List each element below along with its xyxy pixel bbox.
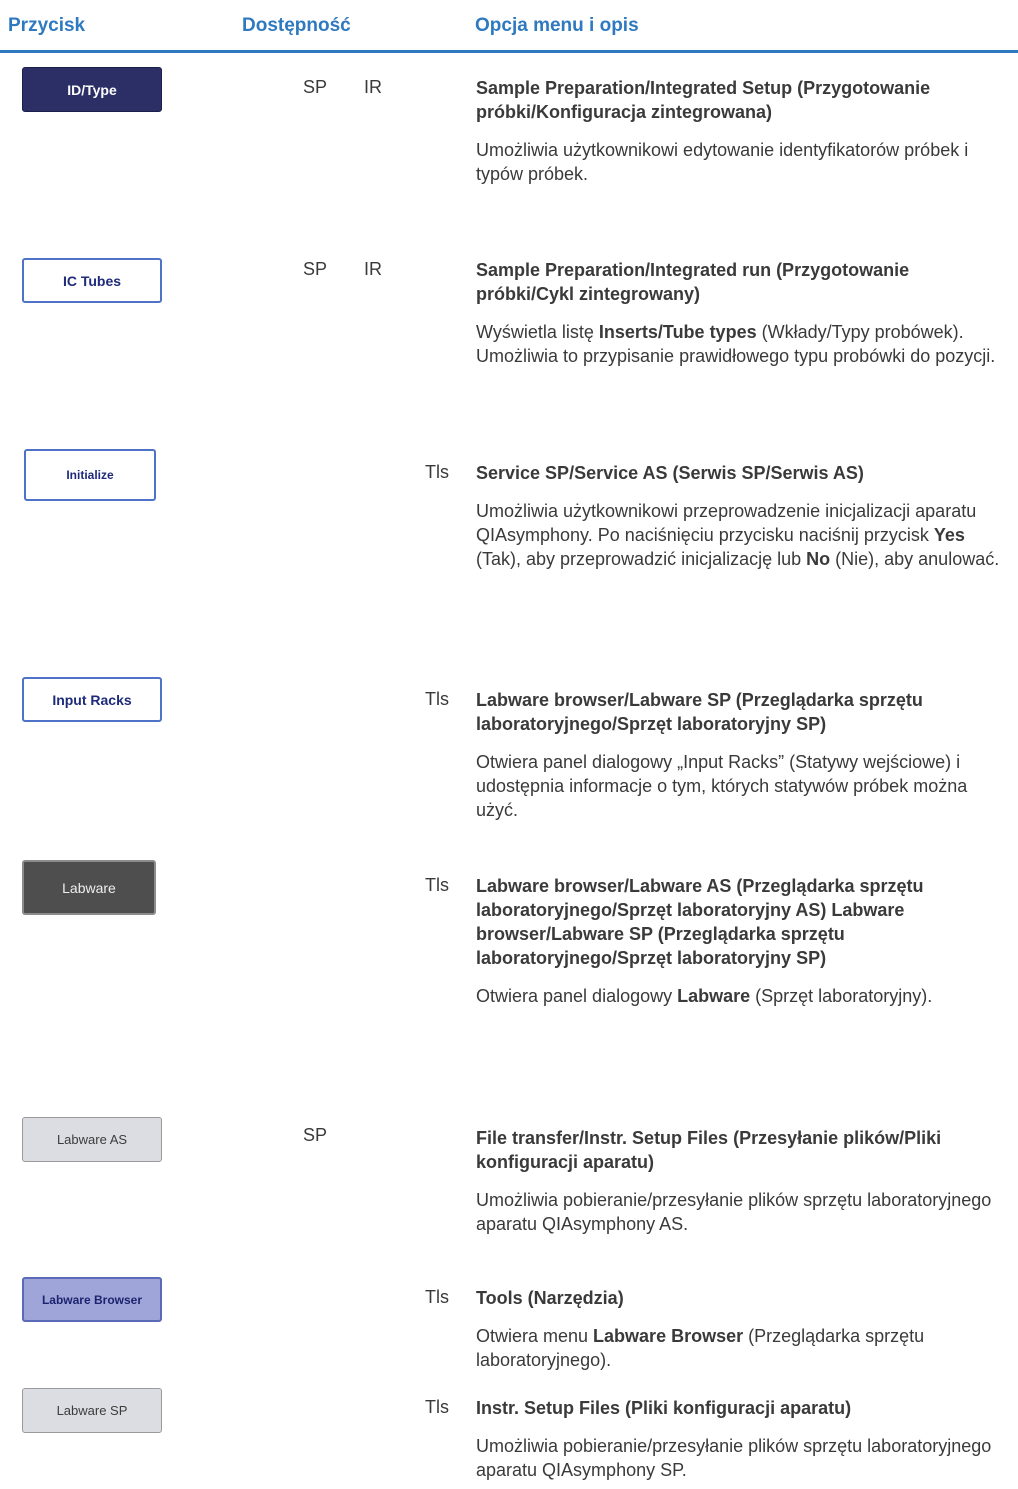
row-description: Labware browser/Labware SP (Przeglądarka…	[476, 688, 1001, 822]
ic-tubes-button[interactable]: IC Tubes	[22, 258, 162, 303]
row-description: Instr. Setup Files (Pliki konfiguracji a…	[476, 1396, 1001, 1482]
availability-ir: IR	[364, 77, 382, 97]
labware-as-button[interactable]: Labware AS	[22, 1117, 162, 1162]
menu-option-title: Tools (Narzędzia)	[476, 1288, 624, 1308]
menu-option-description: Wyświetla listę Inserts/Tube types (Wkła…	[476, 322, 996, 366]
row-description: Service SP/Service AS (Serwis SP/Serwis …	[476, 461, 1001, 571]
availability-tls: Tls	[425, 1287, 449, 1307]
menu-option-title: Sample Preparation/Integrated Setup (Prz…	[476, 78, 931, 122]
labware-sp-button[interactable]: Labware SP	[22, 1388, 162, 1433]
labware-browser-button[interactable]: Labware Browser	[22, 1277, 162, 1322]
header-availability-column: Dostępność	[242, 15, 351, 36]
availability-sp: SP	[303, 77, 328, 97]
input-racks-button[interactable]: Input Racks	[22, 677, 162, 722]
menu-option-description: Umożliwia użytkownikowi edytowanie ident…	[476, 140, 969, 184]
menu-option-description: Umożliwia pobieranie/przesyłanie plików …	[476, 1436, 992, 1480]
menu-option-title: Labware browser/Labware SP (Przeglądarka…	[476, 690, 923, 734]
availability-sp: SP	[303, 259, 328, 279]
row-description: File transfer/Instr. Setup Files (Przesy…	[476, 1126, 1001, 1236]
menu-option-title: Labware browser/Labware AS (Przeglądarka…	[476, 876, 924, 968]
availability-tls: Tls	[425, 689, 449, 709]
row-description: Labware browser/Labware AS (Przeglądarka…	[476, 874, 1001, 1008]
initialize-button[interactable]: Initialize	[24, 449, 156, 501]
menu-option-description: Otwiera menu Labware Browser (Przeglądar…	[476, 1326, 925, 1370]
menu-option-title: File transfer/Instr. Setup Files (Przesy…	[476, 1128, 942, 1172]
table-header: Przycisk Dostępność Opcja menu i opis	[0, 0, 1018, 53]
header-divider	[0, 50, 1018, 53]
menu-option-description: Umożliwia pobieranie/przesyłanie plików …	[476, 1190, 992, 1234]
header-description-column: Opcja menu i opis	[475, 15, 639, 36]
menu-option-title: Instr. Setup Files (Pliki konfiguracji a…	[476, 1398, 852, 1418]
menu-option-description: Umożliwia użytkownikowi przeprowadzenie …	[476, 501, 1000, 569]
availability-sp: SP	[303, 1125, 328, 1145]
labware-button[interactable]: Labware	[22, 860, 156, 915]
availability-tls: Tls	[425, 462, 449, 482]
id-type-button[interactable]: ID/Type	[22, 67, 162, 112]
row-description: Sample Preparation/Integrated run (Przyg…	[476, 258, 1001, 368]
header-button-column: Przycisk	[8, 15, 86, 36]
availability-tls: Tls	[425, 1397, 449, 1417]
menu-option-description: Otwiera panel dialogowy Labware (Sprzęt …	[476, 986, 933, 1006]
menu-option-title: Sample Preparation/Integrated run (Przyg…	[476, 260, 910, 304]
availability-ir: IR	[364, 259, 382, 279]
menu-option-title: Service SP/Service AS (Serwis SP/Serwis …	[476, 463, 864, 483]
availability-tls: Tls	[425, 875, 449, 895]
row-description: Sample Preparation/Integrated Setup (Prz…	[476, 76, 1001, 186]
row-description: Tools (Narzędzia) Otwiera menu Labware B…	[476, 1286, 1001, 1372]
menu-option-description: Otwiera panel dialogowy „Input Racks” (S…	[476, 752, 968, 820]
